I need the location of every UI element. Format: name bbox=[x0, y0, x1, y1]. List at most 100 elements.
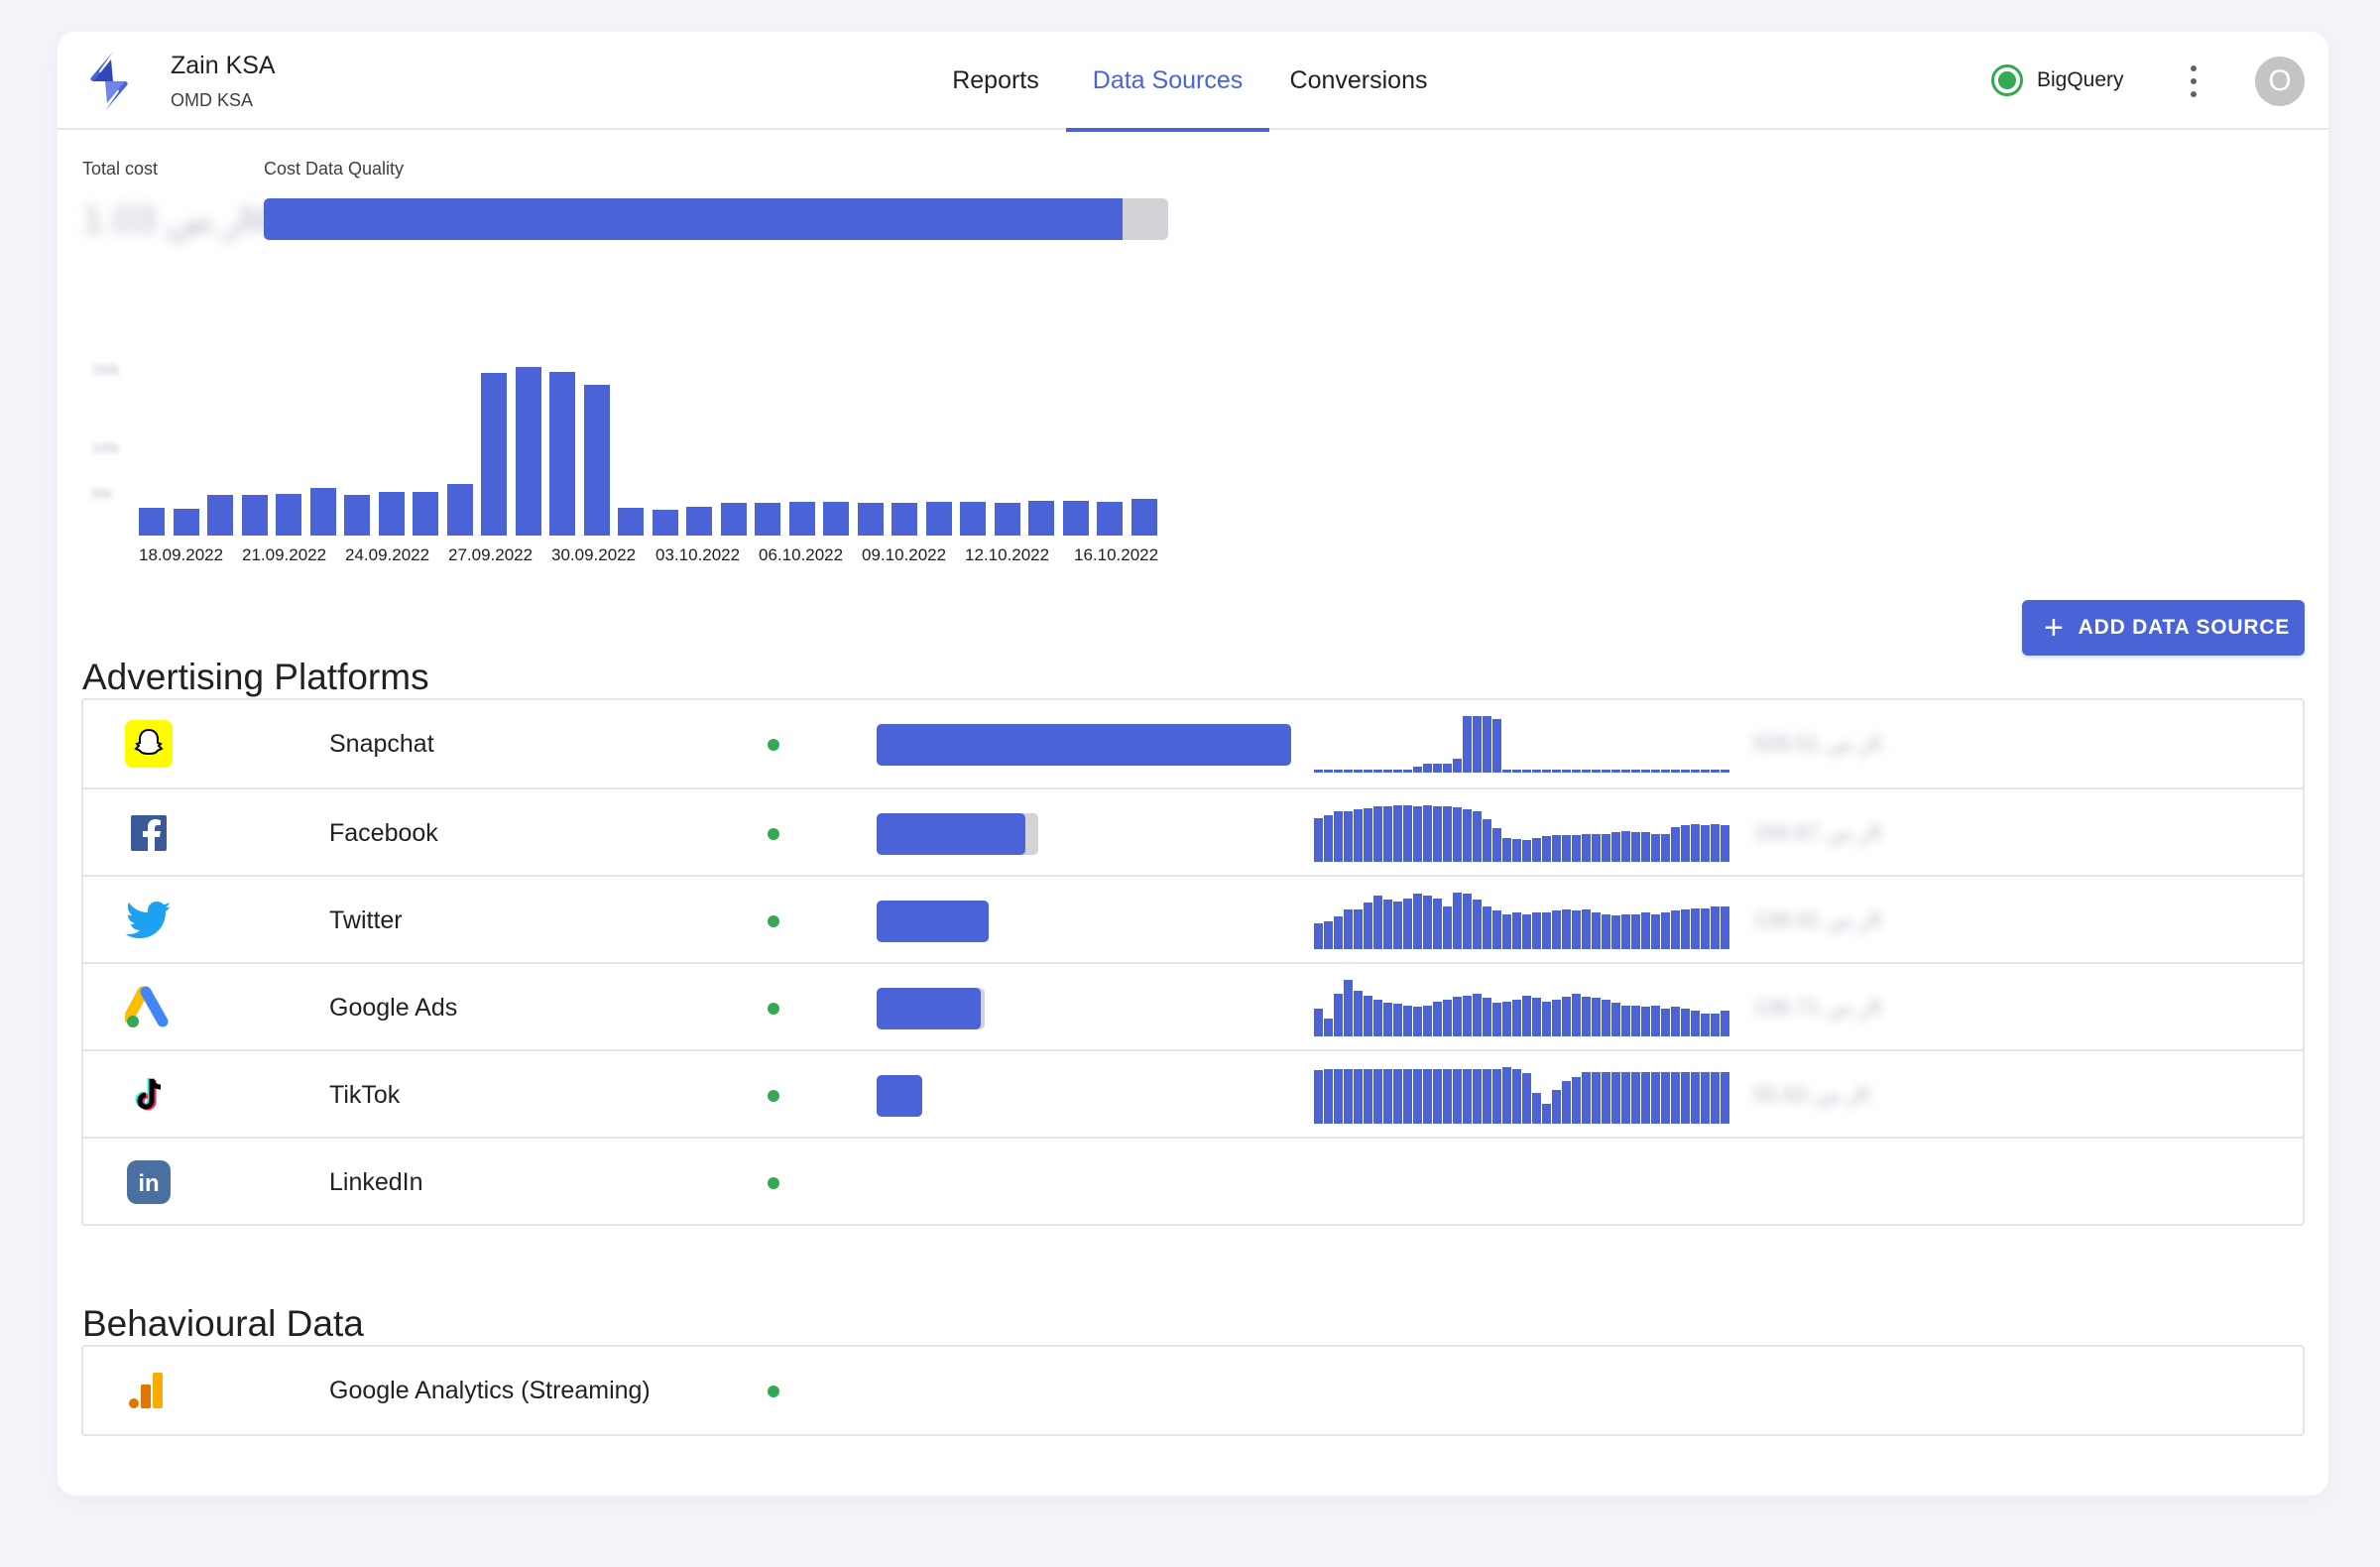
sparkline-bar bbox=[1354, 809, 1363, 862]
cost-share-bar bbox=[877, 724, 1291, 766]
connected-status-icon bbox=[1991, 64, 2023, 96]
sparkline-bar bbox=[1364, 807, 1372, 862]
cost-share-bar-fill bbox=[877, 988, 981, 1029]
cost-bar[interactable] bbox=[549, 371, 575, 536]
data-source-row-facebook[interactable]: Facebook 194.67 ﺭ.ﺱK bbox=[83, 787, 2303, 875]
cost-bar[interactable] bbox=[686, 506, 712, 536]
tab-data-sources[interactable]: Data Sources bbox=[1066, 32, 1269, 132]
sparkline-bar bbox=[1492, 718, 1501, 773]
cost-bar[interactable] bbox=[481, 372, 507, 536]
sparkline-bar bbox=[1423, 1068, 1432, 1124]
sparkline-bar bbox=[1502, 838, 1511, 862]
cost-bar[interactable] bbox=[241, 495, 268, 536]
sparkline-bar bbox=[1354, 770, 1363, 773]
sparkline-bar bbox=[1324, 920, 1333, 949]
cost-bar[interactable] bbox=[755, 503, 780, 536]
cost-quality-bar bbox=[264, 198, 1168, 240]
cost-bar[interactable] bbox=[788, 502, 815, 536]
tab-reports[interactable]: Reports bbox=[936, 32, 1055, 130]
sparkline-bar bbox=[1542, 911, 1551, 949]
sparkline-bar bbox=[1483, 1068, 1491, 1124]
sparkline-bar bbox=[1453, 997, 1462, 1036]
cost-sparkline bbox=[1314, 893, 1730, 949]
cost-bar[interactable] bbox=[276, 494, 301, 536]
sparkline-bar bbox=[1383, 899, 1392, 949]
cost-bar[interactable] bbox=[892, 503, 917, 536]
sparkline-bar bbox=[1522, 995, 1531, 1036]
sparkline-bar bbox=[1641, 770, 1650, 773]
data-source-row-google-ads[interactable]: Google Ads 136.71 ﺭ.ﺱK bbox=[83, 962, 2303, 1049]
cost-bar[interactable] bbox=[618, 507, 644, 536]
cost-bar[interactable] bbox=[309, 488, 336, 536]
sparkline-bar bbox=[1463, 894, 1472, 949]
x-tick-label: 30.09.2022 bbox=[551, 545, 637, 564]
data-source-row-snapchat[interactable]: Snapchat 509.51 ﺭ.ﺱK bbox=[83, 700, 2303, 787]
sparkline-bar bbox=[1334, 770, 1343, 773]
data-source-row-twitter[interactable]: Twitter 138.91 ﺭ.ﺱK bbox=[83, 875, 2303, 962]
warehouse-status[interactable]: BigQuery bbox=[1991, 61, 2124, 99]
sparkline-bar bbox=[1522, 913, 1531, 949]
sparkline-bar bbox=[1592, 833, 1601, 862]
sparkline-bar bbox=[1651, 770, 1660, 773]
sparkline-bar bbox=[1344, 980, 1353, 1036]
sparkline-bar bbox=[1403, 1068, 1412, 1124]
cost-bar[interactable] bbox=[925, 502, 952, 536]
cost-bar[interactable] bbox=[994, 503, 1020, 536]
cost-bar[interactable] bbox=[378, 491, 405, 536]
cost-bar[interactable] bbox=[515, 367, 541, 536]
sparkline-bar bbox=[1443, 1068, 1452, 1124]
x-tick-label: 21.09.2022 bbox=[242, 545, 327, 564]
data-source-cost: 509.51 ﺭ.ﺱK bbox=[1753, 731, 1884, 756]
sparkline-bar bbox=[1611, 914, 1620, 949]
add-data-source-button[interactable]: + ADD DATA SOURCE bbox=[2022, 600, 2305, 656]
sparkline-bar bbox=[1641, 911, 1650, 949]
sparkline-bar bbox=[1413, 1068, 1422, 1124]
data-source-row-google-analytics-streaming[interactable]: Google Analytics (Streaming) bbox=[83, 1347, 2303, 1434]
sparkline-bar bbox=[1413, 894, 1422, 949]
sparkline-bar bbox=[1572, 770, 1581, 773]
sparkline-bar bbox=[1651, 1071, 1660, 1124]
x-tick-label: 27.09.2022 bbox=[448, 545, 534, 564]
sparkline-bar bbox=[1453, 893, 1462, 949]
tab-conversions[interactable]: Conversions bbox=[1279, 32, 1438, 130]
cost-bar[interactable] bbox=[1062, 500, 1089, 536]
cost-bar[interactable] bbox=[1130, 498, 1157, 536]
cost-bar[interactable] bbox=[207, 495, 233, 536]
cost-bar[interactable] bbox=[583, 385, 610, 536]
cost-bar[interactable] bbox=[720, 503, 747, 536]
sparkline-bar bbox=[1522, 840, 1531, 862]
cost-bar[interactable] bbox=[960, 502, 986, 536]
data-source-row-linkedin[interactable]: in LinkedIn bbox=[83, 1137, 2303, 1224]
sparkline-bar bbox=[1334, 810, 1343, 862]
sparkline-bar bbox=[1354, 991, 1363, 1036]
cost-bar[interactable] bbox=[1028, 500, 1054, 536]
cost-bar[interactable] bbox=[344, 495, 370, 536]
sparkline-bar bbox=[1512, 911, 1521, 949]
data-source-name: Google Ads bbox=[329, 994, 458, 1022]
sparkline-bar bbox=[1611, 1071, 1620, 1124]
avatar[interactable]: O bbox=[2255, 57, 2305, 106]
more-options-icon[interactable] bbox=[2184, 65, 2203, 97]
cost-bar[interactable] bbox=[139, 507, 165, 536]
sparkline-bar bbox=[1344, 770, 1353, 773]
cost-bar[interactable] bbox=[857, 503, 884, 536]
sparkline-bar bbox=[1463, 716, 1472, 773]
sparkline-bar bbox=[1433, 1001, 1442, 1036]
cost-bar[interactable] bbox=[446, 483, 473, 536]
y-tick-label: 150k bbox=[91, 362, 120, 377]
sparkline-bar bbox=[1423, 764, 1432, 773]
sparkline-bar bbox=[1542, 1104, 1551, 1124]
sparkline-bar bbox=[1383, 1068, 1392, 1124]
cost-bar[interactable] bbox=[413, 491, 438, 536]
sparkline-bar bbox=[1631, 832, 1640, 862]
cost-bar[interactable] bbox=[1097, 502, 1123, 536]
cost-bar[interactable] bbox=[652, 509, 678, 536]
cost-bar[interactable] bbox=[173, 508, 199, 536]
cost-bar[interactable] bbox=[823, 502, 849, 536]
x-tick-label: 18.09.2022 bbox=[139, 545, 224, 564]
sparkline-bar bbox=[1691, 1071, 1700, 1124]
main-nav: Reports Data Sources Conversions bbox=[58, 32, 2328, 132]
sparkline-bar bbox=[1621, 913, 1630, 949]
data-source-row-tiktok[interactable]: TikTok 55.62 ﺭ.ﺱK bbox=[83, 1049, 2303, 1137]
sparkline-bar bbox=[1691, 1011, 1700, 1036]
